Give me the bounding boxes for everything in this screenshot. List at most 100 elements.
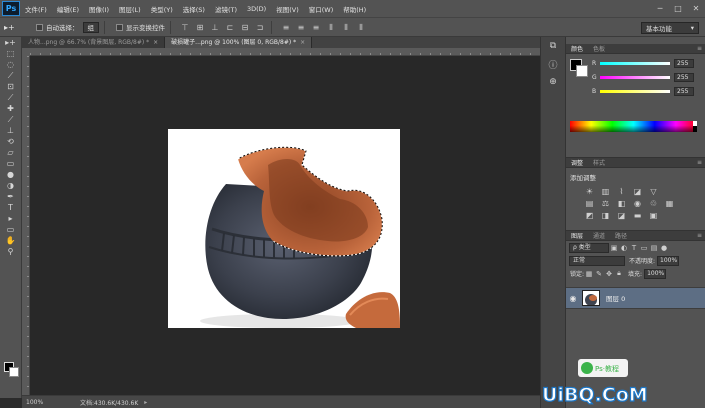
menu-type[interactable]: 类型(Y) <box>146 4 178 14</box>
exposure-icon[interactable]: ◪ <box>632 187 643 196</box>
blue-value-field[interactable]: 255 <box>674 86 694 96</box>
canvas-area[interactable] <box>30 56 540 395</box>
gradient-tool-icon[interactable]: ▭ <box>0 158 21 169</box>
move-tool-icon[interactable]: ▸+ <box>0 37 21 48</box>
pen-tool-icon[interactable]: ✒ <box>0 191 21 202</box>
clone-stamp-tool-icon[interactable]: ⊥ <box>0 125 21 136</box>
align-hcenter-icon[interactable]: ⊟ <box>239 22 251 33</box>
auto-select-dropdown[interactable]: 组 <box>82 21 99 33</box>
lock-image-icon[interactable]: ✎ <box>594 270 604 278</box>
healing-tool-icon[interactable]: ✚ <box>0 103 21 114</box>
blur-tool-icon[interactable]: ● <box>0 169 21 180</box>
threshold-icon[interactable]: ◪ <box>616 211 627 220</box>
filter-shape-icon[interactable]: ▭ <box>639 244 649 252</box>
lock-position-icon[interactable]: ✥ <box>604 270 614 278</box>
history-brush-tool-icon[interactable]: ⟲ <box>0 136 21 147</box>
zoom-level-field[interactable]: 100% <box>22 399 50 406</box>
red-slider[interactable] <box>600 61 670 65</box>
levels-icon[interactable]: ▥ <box>600 187 611 196</box>
menu-select[interactable]: 选择(S) <box>178 4 210 14</box>
green-value-field[interactable]: 255 <box>674 72 694 82</box>
menu-file[interactable]: 文件(F) <box>20 4 52 14</box>
lasso-tool-icon[interactable]: ◌ <box>0 59 21 70</box>
color-balance-icon[interactable]: ⚖ <box>600 199 611 208</box>
vertical-ruler[interactable] <box>22 56 30 395</box>
history-panel-icon[interactable]: ⧉ <box>541 37 565 55</box>
photo-filter-icon[interactable]: ◉ <box>632 199 643 208</box>
blend-mode-dropdown[interactable]: 正常 <box>569 255 625 266</box>
opacity-field[interactable]: 100% <box>657 255 680 266</box>
close-icon[interactable]: × <box>300 39 305 46</box>
shape-tool-icon[interactable]: ▭ <box>0 224 21 235</box>
tab-paths[interactable]: 路径 <box>610 231 632 240</box>
background-color-chip[interactable] <box>576 65 588 77</box>
show-transform-checkbox[interactable] <box>116 23 123 31</box>
menu-view[interactable]: 视图(V) <box>271 4 304 14</box>
align-left-icon[interactable]: ⊏ <box>224 22 236 33</box>
distribute-left-icon[interactable]: ⦀ <box>325 22 337 33</box>
vibrance-icon[interactable]: ▽ <box>648 187 659 196</box>
filter-smart-object-icon[interactable]: ▤ <box>649 244 659 252</box>
horizontal-ruler[interactable] <box>30 48 540 56</box>
tab-adjustments[interactable]: 调整 <box>566 158 588 167</box>
distribute-bottom-icon[interactable]: ≡ <box>310 22 322 33</box>
menu-layer[interactable]: 图层(L) <box>114 4 146 14</box>
hand-tool-icon[interactable]: ✋ <box>0 235 21 246</box>
color-lookup-icon[interactable]: ▦ <box>664 199 675 208</box>
menu-3d[interactable]: 3D(D) <box>242 5 271 13</box>
doc-tab-broken-pot[interactable]: 破损罐子...png @ 100% (图层 0, RGB/8#) * × <box>165 37 313 48</box>
status-menu-arrow-icon[interactable]: ▸ <box>144 399 147 406</box>
minimize-button[interactable]: ─ <box>651 4 669 13</box>
tab-channels[interactable]: 通道 <box>588 231 610 240</box>
tab-color[interactable]: 颜色 <box>566 44 588 53</box>
blue-slider[interactable] <box>600 89 670 93</box>
document-canvas[interactable] <box>168 129 400 328</box>
doc-tab-portrait[interactable]: 人物...png @ 66.7% (背景图层, RGB/8#) * × <box>22 37 166 48</box>
posterize-icon[interactable]: ◨ <box>600 211 611 220</box>
filter-type-icon[interactable]: T <box>629 244 639 252</box>
tab-layers[interactable]: 图层 <box>566 231 588 240</box>
quick-select-tool-icon[interactable]: ⟋ <box>0 70 21 81</box>
panel-menu-icon[interactable]: ≡ <box>697 159 702 166</box>
tool-preset-picker[interactable]: ▸+ <box>4 20 30 34</box>
tab-swatches[interactable]: 色板 <box>588 44 610 53</box>
menu-edit[interactable]: 编辑(E) <box>52 4 84 14</box>
align-bottom-icon[interactable]: ⊥ <box>209 22 221 33</box>
lock-all-icon[interactable]: 🔒︎ <box>614 269 624 278</box>
distribute-top-icon[interactable]: ≡ <box>280 22 292 33</box>
align-top-icon[interactable]: ⊤ <box>179 22 191 33</box>
gradient-map-icon[interactable]: ▬ <box>632 211 643 220</box>
menu-filter[interactable]: 滤镜(T) <box>210 4 242 14</box>
eraser-tool-icon[interactable]: ▱ <box>0 147 21 158</box>
filter-toggle-icon[interactable]: ● <box>659 244 669 252</box>
menu-image[interactable]: 图像(I) <box>84 4 114 14</box>
black-chip[interactable] <box>693 126 697 132</box>
green-slider[interactable] <box>600 75 670 79</box>
brightness-icon[interactable]: ☀ <box>584 187 595 196</box>
color-spectrum-bar[interactable] <box>570 121 697 132</box>
zoom-tool-icon[interactable]: ⚲ <box>0 246 21 257</box>
layer-row[interactable]: ◉ 图层 0 <box>566 287 705 309</box>
marquee-tool-icon[interactable]: ⬚ <box>0 48 21 59</box>
filter-adjustment-icon[interactable]: ◐ <box>619 244 629 252</box>
selective-color-icon[interactable]: ▣ <box>648 211 659 220</box>
navigator-panel-icon[interactable]: ⊕ <box>541 73 565 91</box>
background-color-swatch[interactable] <box>9 367 19 377</box>
path-select-tool-icon[interactable]: ▸ <box>0 213 21 224</box>
align-right-icon[interactable]: ⊐ <box>254 22 266 33</box>
distribute-vcenter-icon[interactable]: ≡ <box>295 22 307 33</box>
type-tool-icon[interactable]: T <box>0 202 21 213</box>
eye-icon[interactable]: ◉ <box>566 294 580 303</box>
tab-styles[interactable]: 样式 <box>588 158 610 167</box>
auto-select-checkbox[interactable] <box>36 23 43 31</box>
invert-icon[interactable]: ◩ <box>584 211 595 220</box>
restore-button[interactable]: □ <box>669 4 687 13</box>
black-white-icon[interactable]: ◧ <box>616 199 627 208</box>
eyedropper-tool-icon[interactable]: ⟋ <box>0 92 21 103</box>
close-icon[interactable]: × <box>153 39 158 46</box>
channel-mixer-icon[interactable]: ♲ <box>648 199 659 208</box>
layer-filter-dropdown[interactable]: ρ 类型 <box>569 242 609 253</box>
panel-menu-icon[interactable]: ≡ <box>697 45 702 52</box>
panel-menu-icon[interactable]: ≡ <box>697 232 702 239</box>
curves-icon[interactable]: ⌇ <box>616 187 627 196</box>
